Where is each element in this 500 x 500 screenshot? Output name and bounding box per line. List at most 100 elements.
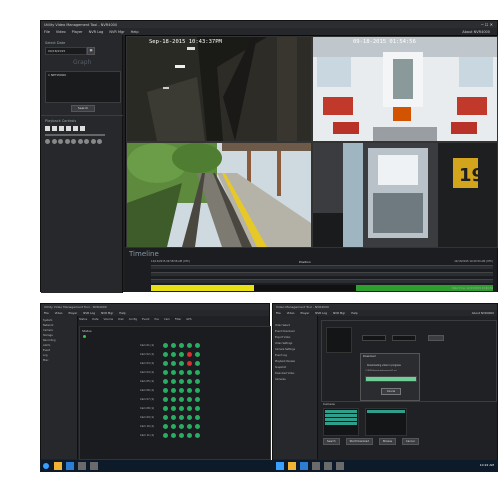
bl-menu-nvr-mgr[interactable]: NVR Mgr [101,311,113,315]
fast-forward-icon[interactable] [90,139,96,144]
browser-icon[interactable] [66,462,74,470]
side-menu-item[interactable]: Snapshot [275,366,315,369]
side-menu-item[interactable]: Cameras [275,378,315,381]
side-menu-item[interactable]: Event Download [275,330,315,333]
br-apply-button[interactable] [428,335,444,341]
network-list[interactable]: 1 NETWORK [45,71,121,103]
side-menu-item[interactable]: Event Log [275,354,315,357]
br-download-list[interactable] [365,408,407,436]
menu-help[interactable]: Help [131,30,139,34]
stop-icon[interactable] [77,139,83,144]
tree-item[interactable]: Recording [43,339,75,342]
marker-icon[interactable] [80,126,85,131]
tree-item[interactable]: Log [43,354,75,357]
br-menu-nvr-log[interactable]: NVR Log [315,311,327,315]
menu-video[interactable]: Video [56,30,66,34]
br-from-field[interactable] [362,335,386,341]
tree-item[interactable]: System [43,319,75,322]
br-to-field[interactable] [392,335,416,341]
pause-icon[interactable] [71,139,76,144]
bl-menu-player[interactable]: Player [69,311,78,315]
tree-item[interactable]: Alarm [43,344,75,347]
br-menu-nvr-mgr[interactable]: NVR Mgr [333,311,345,315]
side-menu-item[interactable]: Video Settings [275,342,315,345]
dialog-cancel-button[interactable]: Cancel [381,388,401,395]
table-row[interactable]: Cam 03 (1) [140,359,200,368]
grid-icon[interactable] [52,126,57,131]
br-menu-file[interactable]: File [276,311,281,315]
menu-player[interactable]: Player [72,30,83,34]
app-icon-4[interactable] [324,462,332,470]
br-menu-help[interactable]: Help [351,311,357,315]
br-camera-list[interactable] [323,408,359,436]
br-about-link[interactable]: About NVR4000 [472,311,494,315]
br-start-download-button[interactable]: Start Download [345,438,373,445]
step-back-icon[interactable] [58,139,63,144]
app-icon-5[interactable] [336,462,344,470]
tab-gps[interactable]: GPS [186,318,191,324]
timeline-ruler-3[interactable] [151,279,493,283]
rewind-icon[interactable] [51,139,57,144]
tree-item[interactable]: Misc [43,359,75,362]
tab-volume[interactable]: Volume [103,318,113,324]
tab-status[interactable]: Status [79,318,87,324]
search-button[interactable]: Search [71,105,95,112]
br-cancel-button[interactable]: Cancel [402,438,419,445]
table-row[interactable]: Cam 10 (1) [140,422,200,431]
tab-pos[interactable]: Pos [154,318,158,324]
clipboard-icon[interactable] [73,126,78,131]
start-icon[interactable] [43,463,49,469]
camera-icon[interactable] [45,126,50,131]
bl-menu-help[interactable]: Help [119,311,125,315]
tree-item[interactable]: Network [43,324,75,327]
timeline-ruler-2[interactable] [151,272,493,276]
side-menu-item[interactable]: Camera Settings [275,348,315,351]
table-row[interactable]: Cam 06 (1) [140,386,200,395]
snapshot-icon[interactable] [59,126,64,131]
tab-cam[interactable]: Cam [164,318,170,324]
image-icon[interactable] [66,126,71,131]
speed-slider[interactable] [45,134,105,136]
side-menu-item[interactable]: Export Video [275,336,315,339]
camera-view-3[interactable] [126,142,312,248]
play-icon[interactable] [64,139,70,144]
explorer-icon-2[interactable] [288,462,296,470]
table-row[interactable]: Cam 07 (1) [140,395,200,404]
menu-nvr-mgr[interactable]: NVR Mgr [109,30,124,34]
table-row[interactable]: Cam 09 (1) [140,413,200,422]
br-browse-button[interactable]: Browse [378,438,397,445]
date-field[interactable]: 09/18/2015 [45,47,87,55]
menu-nvr-log[interactable]: NVR Log [89,30,104,34]
timeline-ruler-1[interactable] [151,265,493,269]
table-row[interactable]: Cam 02 (1) [140,350,200,359]
tab-date[interactable]: Date [92,318,98,324]
browser-icon-2[interactable] [300,462,308,470]
bl-menu-file[interactable]: File [44,311,49,315]
first-frame-icon[interactable] [45,139,50,144]
br-menu-player[interactable]: Player [301,311,310,315]
br-menu-video[interactable]: Video [287,311,295,315]
window-controls[interactable]: ─ ☐ ✕ [481,22,493,27]
bl-menu-nvr-log[interactable]: NVR Log [83,311,95,315]
bl-menu-video[interactable]: Video [55,311,63,315]
table-row[interactable]: Cam 05 (1) [140,377,200,386]
tab-event[interactable]: Event [142,318,149,324]
tree-item[interactable]: Camera [43,329,75,332]
menu-file[interactable]: File [44,30,50,34]
side-menu-item[interactable]: Download Video [275,372,315,375]
side-menu-item[interactable]: Video Select [275,324,315,327]
table-row[interactable]: Cam 11 (1) [140,431,200,440]
recording-bands[interactable] [151,285,493,291]
table-row[interactable]: Cam 01 (1) [140,341,200,350]
last-frame-icon[interactable] [97,139,102,144]
camera-view-2[interactable]: 09-18-2015 01:54:56 [312,36,498,142]
camera-view-1[interactable]: Sep-18-2015 10:43:37PM [126,36,312,142]
tab-filter[interactable]: Filter [175,318,181,324]
app-icon-3[interactable] [312,462,320,470]
app-icon-2[interactable] [90,462,98,470]
table-row[interactable]: Cam 08 (1) [140,404,200,413]
br-search-button[interactable]: Search [323,438,340,445]
explorer-icon[interactable] [54,462,62,470]
calendar-icon[interactable]: ▦ [87,47,95,55]
side-menu-item[interactable]: Playback Review [275,360,315,363]
